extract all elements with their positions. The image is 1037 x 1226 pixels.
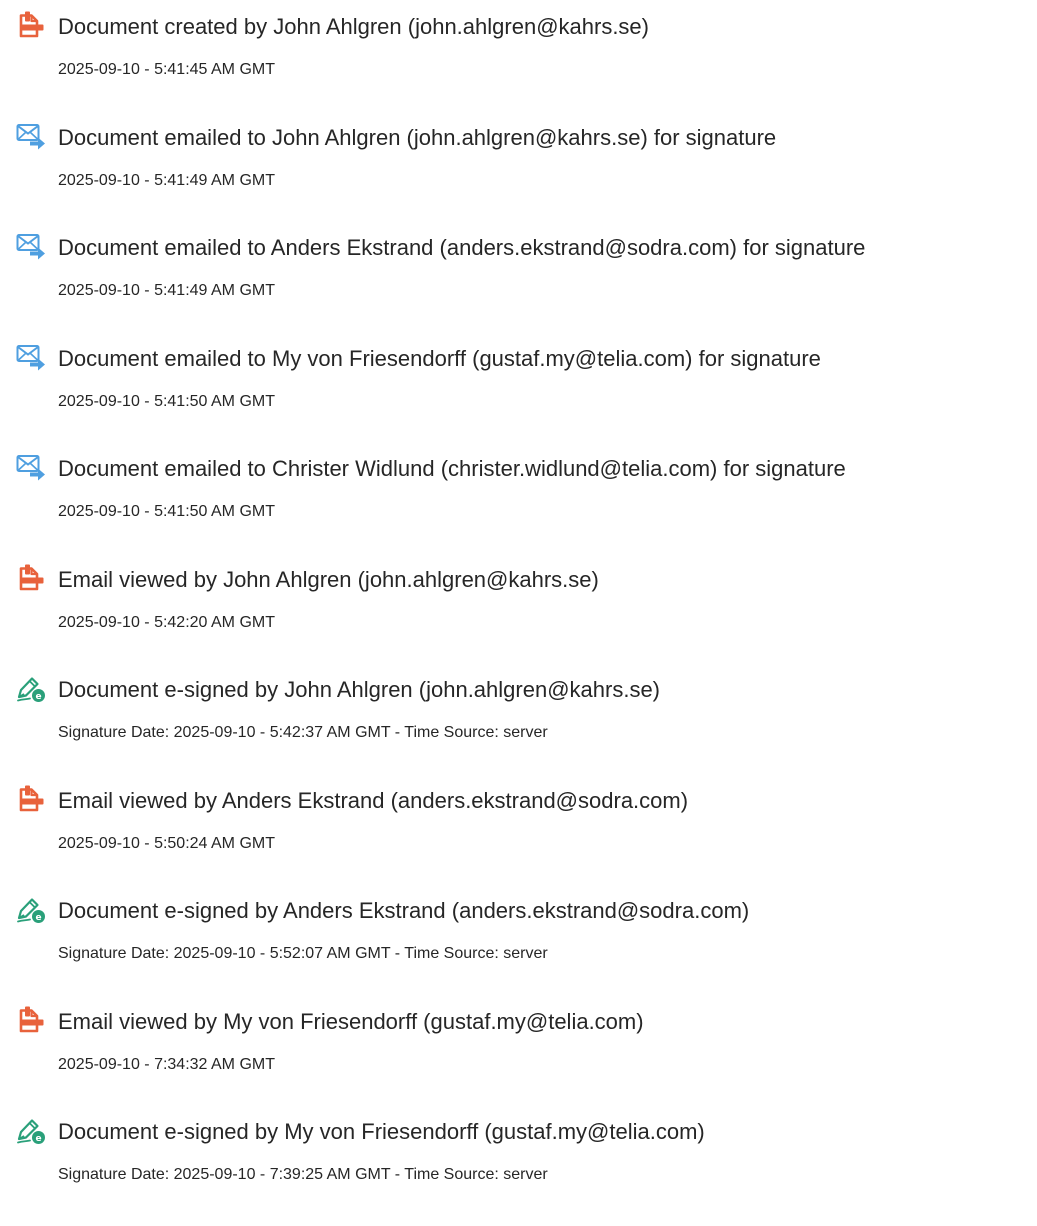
audit-event: Document emailed to Christer Widlund (ch… [0,442,1037,552]
event-timestamp: 2025-09-10 - 5:41:49 AM GMT [58,172,275,189]
event-title: Email viewed by John Ahlgren (john.ahlgr… [58,567,599,592]
email-sent-icon [16,452,46,482]
audit-event: Email viewed by Anders Ekstrand (anders.… [0,774,1037,884]
event-timestamp: 2025-09-10 - 5:50:24 AM GMT [58,835,275,852]
document-icon [16,563,46,593]
event-title: Document emailed to John Ahlgren (john.a… [58,125,777,150]
event-title: Document created by John Ahlgren (john.a… [58,14,649,39]
audit-event: Document emailed to Anders Ekstrand (and… [0,221,1037,331]
svg-text:e: e [35,692,41,702]
audit-event: e Document e-signed by Anders Ekstrand (… [0,884,1037,994]
esign-pen-icon: e [16,1115,46,1145]
email-sent-icon [16,121,46,151]
event-timestamp: 2025-09-10 - 5:41:50 AM GMT [58,393,275,410]
event-timestamp: Signature Date: 2025-09-10 - 7:39:25 AM … [58,1166,548,1183]
event-title: Document emailed to Christer Widlund (ch… [58,456,846,481]
event-timestamp: 2025-09-10 - 7:34:32 AM GMT [58,1056,275,1073]
svg-text:e: e [35,913,41,923]
audit-event: e Document e-signed by My von Friesendor… [0,1105,1037,1215]
document-icon [16,784,46,814]
email-sent-icon [16,231,46,261]
audit-event: Document emailed to My von Friesendorff … [0,332,1037,442]
svg-text:e: e [35,1134,41,1144]
audit-event: Email viewed by My von Friesendorff (gus… [0,995,1037,1105]
event-title: Email viewed by My von Friesendorff (gus… [58,1009,644,1034]
event-title: Document emailed to Anders Ekstrand (and… [58,235,866,260]
audit-event: Email viewed by John Ahlgren (john.ahlgr… [0,553,1037,663]
event-timestamp: Signature Date: 2025-09-10 - 5:42:37 AM … [58,724,548,741]
event-timestamp: 2025-09-10 - 5:41:45 AM GMT [58,61,275,78]
email-sent-icon [16,342,46,372]
esign-pen-icon: e [16,894,46,924]
document-icon [16,10,46,40]
esign-pen-icon: e [16,673,46,703]
event-timestamp: 2025-09-10 - 5:42:20 AM GMT [58,614,275,631]
event-title: Document e-signed by John Ahlgren (john.… [58,677,661,702]
event-title: Document emailed to My von Friesendorff … [58,346,821,371]
document-icon [16,1005,46,1035]
event-timestamp: 2025-09-10 - 5:41:49 AM GMT [58,282,275,299]
event-title: Email viewed by Anders Ekstrand (anders.… [58,788,689,813]
audit-event: Document created by John Ahlgren (john.a… [0,0,1037,110]
event-title: Document e-signed by My von Friesendorff… [58,1119,705,1144]
event-timestamp: 2025-09-10 - 5:41:50 AM GMT [58,503,275,520]
event-timestamp: Signature Date: 2025-09-10 - 5:52:07 AM … [58,945,548,962]
event-title: Document e-signed by Anders Ekstrand (an… [58,898,750,923]
audit-event: Document emailed to John Ahlgren (john.a… [0,111,1037,221]
audit-event: e Document e-signed by John Ahlgren (joh… [0,663,1037,773]
